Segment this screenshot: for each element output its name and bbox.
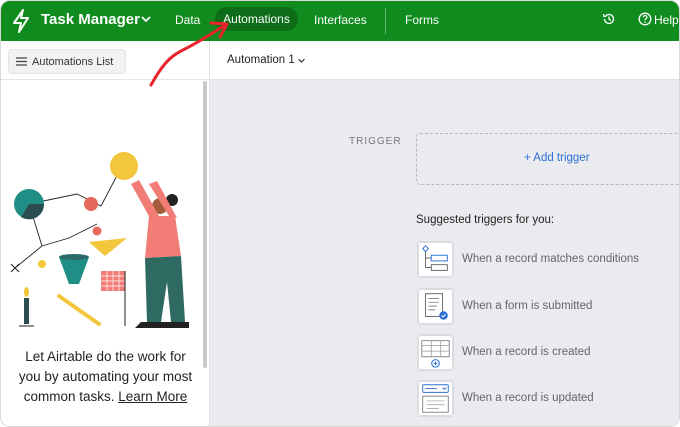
suggestion-record-matches[interactable]: When a record matches conditions (417, 241, 679, 279)
suggestion-label: When a form is submitted (462, 300, 593, 312)
nav-forms[interactable]: Forms (405, 13, 439, 27)
automations-list-label: Automations List (32, 55, 114, 68)
suggestion-record-updated[interactable]: When a record is updated (417, 380, 679, 418)
automations-list-button[interactable]: Automations List (8, 49, 126, 74)
top-bar: Task Manager Data Automations Interfaces… (1, 1, 679, 41)
nav-interfaces[interactable]: Interfaces (314, 13, 367, 27)
table-add-icon (417, 334, 454, 371)
automation-illustration (10, 152, 189, 328)
promo-text: Let Airtable do the work for you by auto… (13, 347, 198, 407)
history-icon[interactable] (602, 12, 616, 26)
record-update-icon (417, 380, 454, 417)
bolt-icon[interactable] (11, 9, 31, 33)
sidebar-scrollbar[interactable] (203, 81, 207, 368)
chevron-down-icon[interactable] (297, 56, 306, 65)
add-trigger-box[interactable]: + Add trigger (416, 133, 679, 185)
suggestion-record-created[interactable]: When a record is created (417, 334, 679, 372)
learn-more-link[interactable]: Learn More (118, 389, 187, 404)
help-label[interactable]: Help (654, 13, 679, 27)
suggested-triggers-title: Suggested triggers for you: (416, 214, 555, 226)
menu-icon (16, 57, 27, 66)
sidebar: Automations List Let Airtable do the wor… (1, 41, 210, 426)
app-window: Task Manager Data Automations Interfaces… (0, 0, 680, 427)
suggestion-form-submitted[interactable]: When a form is submitted (417, 288, 679, 326)
annotation-arrow-icon (149, 21, 229, 87)
suggestion-label: When a record is created (462, 346, 591, 358)
help-icon[interactable] (638, 12, 652, 26)
add-trigger-button[interactable]: + Add trigger (524, 152, 590, 164)
trigger-label: TRIGGER (349, 136, 402, 147)
app-title[interactable]: Task Manager (41, 11, 140, 28)
main-header: Automation 1 (210, 41, 679, 80)
nav-divider (385, 8, 386, 34)
main-panel: Automation 1 TRIGGER + Add trigger Sugge… (210, 41, 679, 426)
suggestion-label: When a record is updated (462, 392, 594, 404)
conditions-icon (417, 241, 454, 278)
suggestion-label: When a record matches conditions (462, 253, 640, 265)
form-icon (417, 288, 454, 325)
